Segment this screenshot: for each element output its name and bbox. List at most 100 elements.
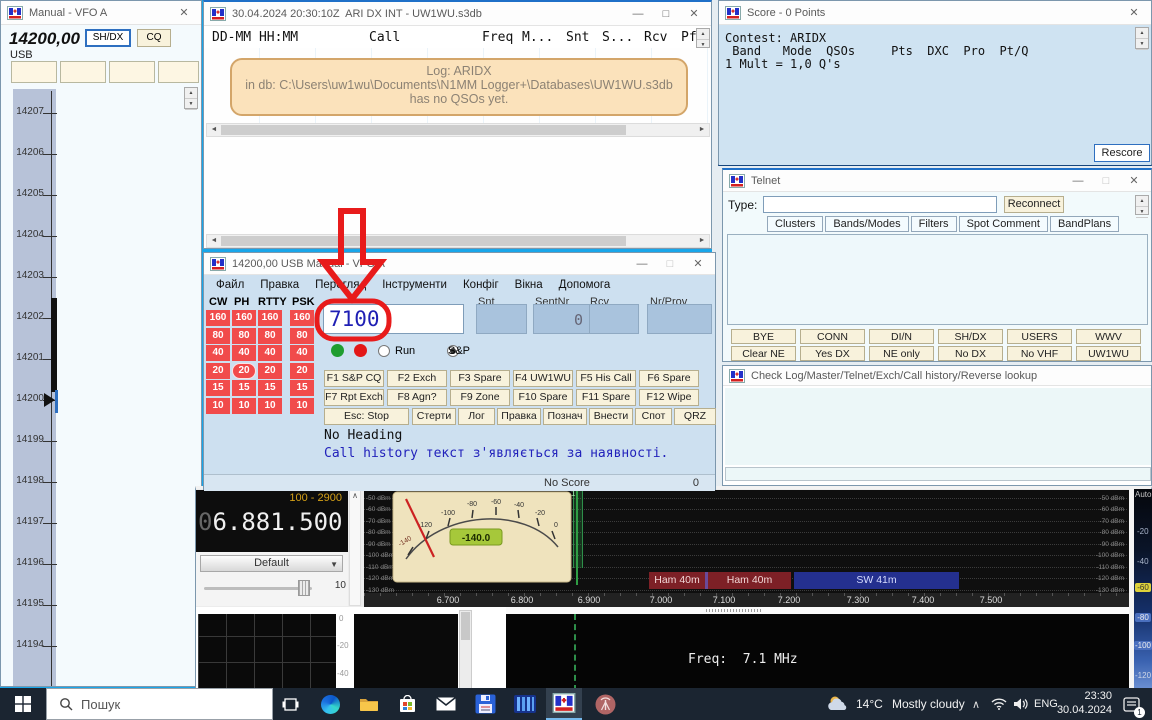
close-icon[interactable]: ✕ [1123,174,1145,187]
log-grid-lower[interactable] [204,137,711,234]
log-titlebar[interactable]: 30.04.2024 20:30:10Z ARI DX INT - UW1WU.… [204,2,711,26]
menu-config[interactable]: Конфіг [463,279,499,291]
vfo-memo-box[interactable] [60,61,106,83]
spinner-down-icon[interactable]: ▼ [1136,39,1148,50]
scroll-thumb[interactable] [461,612,470,640]
chevron-down-icon[interactable]: ▼ [330,557,338,572]
audio-spectrum-chart[interactable] [198,614,336,689]
telnet-clear-ne-button[interactable]: Clear NE [731,346,796,361]
esc-stop-button[interactable]: Esc: Stop [324,408,409,425]
log-column[interactable]: S... [602,30,633,45]
band-button-cw-15[interactable]: 15 [206,380,230,396]
search-input[interactable]: Пошук [46,688,273,720]
telnet-feed-pane[interactable] [727,234,1148,325]
run-radio[interactable] [378,345,390,357]
waterfall-display[interactable]: Freq: 7.1 MHz [506,614,1131,691]
vfo-memo-box[interactable] [11,61,57,83]
band-button-psk-160[interactable]: 160 [290,310,314,326]
telnet-wwv-button[interactable]: WWV [1076,329,1141,344]
minimize-icon[interactable]: — [1067,175,1089,187]
volume-button[interactable] [1010,688,1032,720]
tab-bandplans[interactable]: BandPlans [1050,216,1119,232]
n1mm-app-button-active[interactable] [546,688,582,720]
band-button-psk-80[interactable]: 80 [290,328,314,344]
reconnect-button[interactable]: Reconnect [1004,196,1064,213]
band-button-rtty-15[interactable]: 15 [258,380,282,396]
sp-radio-label[interactable]: S&P [448,345,470,357]
score-titlebar[interactable]: Score - 0 Points ✕ [719,1,1151,25]
scroll-left-icon[interactable]: ◄ [207,124,221,136]
score-spinner[interactable]: ▲ ▼ [1135,27,1149,49]
f8-button[interactable]: F8 Agn? [387,389,447,406]
scroll-right-icon[interactable]: ► [695,235,709,247]
band-button-ph-160[interactable]: 160 [232,310,256,326]
band-button-rtty-10[interactable]: 10 [258,398,282,414]
band-button-rtty-40[interactable]: 40 [258,345,282,361]
sdr-left-scrollbar[interactable]: ∧ [349,490,361,606]
vfo-titlebar[interactable]: Manual - VFO A ✕ [1,1,201,25]
maximize-icon[interactable]: □ [1095,175,1117,187]
wipe-button[interactable]: Стерти [412,408,456,425]
tab-clusters[interactable]: Clusters [767,216,823,232]
band-button-cw-40[interactable]: 40 [206,345,230,361]
edge-browser-button[interactable] [316,688,344,720]
sentnr-field[interactable]: 0 [533,304,590,334]
spectrum-display[interactable]: -50 dBm-50 dBm -60 dBm-60 dBm -70 dBm-70… [364,490,1129,593]
scroll-right-icon[interactable]: ► [695,124,709,136]
nrprov-field[interactable] [647,304,712,334]
spinner-down-icon[interactable]: ▼ [185,99,197,110]
check-pane-log[interactable] [725,388,826,465]
bandmap-strip[interactable] [13,89,56,686]
band-button-ph-10[interactable]: 10 [232,398,256,414]
band-button-ph-80[interactable]: 80 [232,328,256,344]
tuning-passband[interactable] [573,490,583,568]
telnet-conn-button[interactable]: CONN [800,329,865,344]
waterfall-level-scale[interactable]: Auto -20 -40 -60 -80 -100 -120 [1134,489,1152,691]
f2-button[interactable]: F2 Exch [387,370,447,387]
mark-button[interactable]: Познач [543,408,587,425]
store-button[interactable]: Внести [589,408,633,425]
level-scale-button[interactable]: -100 [1134,641,1152,650]
close-icon[interactable]: ✕ [173,6,195,19]
menu-edit[interactable]: Правка [260,279,299,291]
maximize-icon[interactable]: □ [655,8,677,20]
f12-button[interactable]: F12 Wipe [639,389,699,406]
check-pane-telnet[interactable] [925,388,1028,465]
f1-button[interactable]: F1 S&P CQ [324,370,384,387]
minimize-icon[interactable]: — [631,258,653,270]
log-column[interactable]: Freq [482,30,513,45]
spinner-up-icon[interactable]: ▲ [697,29,709,40]
cq-button[interactable]: CQ [137,29,171,47]
band-bar-ham40m-ssb[interactable]: Ham 40m [708,572,791,589]
telnet-spinner[interactable]: ▲ ▼ [1135,195,1149,215]
f9-button[interactable]: F9 Zone [450,389,510,406]
telnet-ne-only-button[interactable]: NE only [869,346,934,361]
f5-button[interactable]: F5 His Call [576,370,636,387]
chevron-up-icon[interactable]: ∧ [350,491,360,500]
menu-windows[interactable]: Вікна [515,279,543,291]
tab-bands-modes[interactable]: Bands/Modes [825,216,908,232]
vfo-memo-box[interactable] [158,61,199,83]
menu-file[interactable]: Файл [216,279,244,291]
tab-filters[interactable]: Filters [911,216,957,232]
f6-button[interactable]: F6 Spare [639,370,699,387]
log-column[interactable]: Snt [566,30,589,45]
log-scroll-spinner[interactable]: ▲ ▼ [696,28,710,48]
check-pane-exch[interactable] [1027,388,1130,465]
close-icon[interactable]: ✕ [683,7,705,20]
telnet-callsign-button[interactable]: UW1WU [1076,346,1141,361]
maximize-icon[interactable]: □ [659,258,681,270]
edit-button[interactable]: Правка [497,408,541,425]
auto-level-label[interactable]: Auto [1135,490,1151,499]
telnet-type-input[interactable] [763,196,997,213]
wifi-button[interactable] [988,688,1010,720]
f10-button[interactable]: F10 Spare [513,389,573,406]
clock[interactable]: 23:30 30.04.2024 [1062,688,1112,720]
telnet-din-button[interactable]: DI/N [869,329,934,344]
log-hscrollbar-lower[interactable]: ◄ ► [206,234,710,248]
band-button-ph-40[interactable]: 40 [232,345,256,361]
language-indicator[interactable]: ENG [1034,688,1058,720]
spectrum-app-button[interactable] [508,688,542,720]
close-icon[interactable]: ✕ [1123,6,1145,19]
logger-app-button[interactable] [468,688,502,720]
